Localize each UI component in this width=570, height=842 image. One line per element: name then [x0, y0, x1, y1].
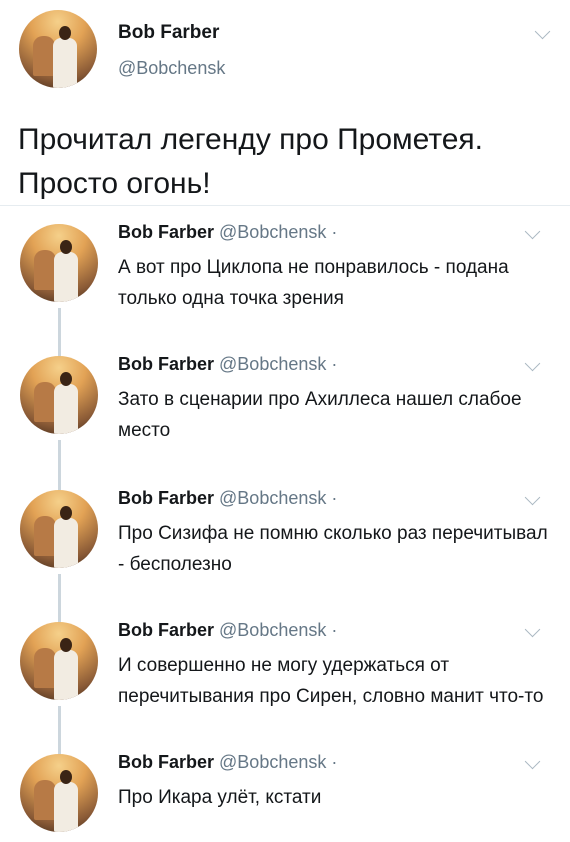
avatar[interactable]	[20, 224, 98, 302]
avatar-torso	[53, 38, 77, 88]
avatar-person	[53, 26, 77, 88]
avatar-companion	[34, 516, 56, 556]
thread-line	[58, 706, 61, 756]
avatar-torso	[54, 252, 78, 302]
avatar-torso	[54, 384, 78, 434]
avatar-head	[60, 638, 72, 652]
thread-line	[58, 440, 61, 490]
author-handle[interactable]: @Bobchensk	[219, 752, 326, 772]
reply-text: И совершенно не могу удержаться от переч…	[118, 655, 544, 707]
avatar-torso	[54, 650, 78, 700]
avatar-head	[60, 770, 72, 784]
main-tweet-text: Прочитал легенду про Прометея. Просто ог…	[18, 123, 484, 200]
chevron-down-icon[interactable]	[524, 489, 541, 506]
separator-dot: ·	[331, 222, 338, 242]
divider	[0, 205, 570, 206]
author-name[interactable]: Bob Farber	[118, 752, 214, 772]
reply-header: Bob Farber @Bobchensk ·	[118, 354, 337, 375]
separator-dot: ·	[331, 752, 338, 772]
avatar[interactable]	[20, 356, 98, 434]
author-name[interactable]: Bob Farber	[118, 354, 214, 374]
avatar[interactable]	[20, 622, 98, 700]
avatar-companion	[34, 648, 56, 688]
avatar-person	[54, 506, 78, 568]
author-name[interactable]: Bob Farber	[118, 488, 214, 508]
chevron-down-icon[interactable]	[524, 223, 541, 240]
author-handle[interactable]: @Bobchensk	[219, 620, 326, 640]
chevron-down-icon[interactable]	[534, 23, 551, 40]
avatar-head	[60, 372, 72, 386]
reply-text: Про Икара улёт, кстати	[118, 787, 322, 808]
separator-dot: ·	[331, 354, 338, 374]
author-name[interactable]: Bob Farber	[118, 222, 214, 242]
avatar-person	[54, 372, 78, 434]
avatar-person	[54, 240, 78, 302]
avatar-head	[59, 26, 71, 40]
avatar[interactable]	[19, 10, 97, 88]
avatar-head	[60, 240, 72, 254]
thread-line	[58, 308, 61, 358]
avatar-companion	[34, 382, 56, 422]
reply-text: Зато в сценарии про Ахиллеса нашел слабо…	[118, 389, 522, 441]
reply-header: Bob Farber @Bobchensk ·	[118, 222, 337, 243]
reply-text: А вот про Циклопа не понравилось - подан…	[118, 257, 509, 309]
chevron-down-icon[interactable]	[524, 621, 541, 638]
avatar-person	[54, 770, 78, 832]
thread-line	[58, 574, 61, 624]
author-handle[interactable]: @Bobchensk	[219, 222, 326, 242]
chevron-down-icon[interactable]	[524, 355, 541, 372]
author-handle[interactable]: @Bobchensk	[118, 58, 225, 79]
separator-dot: ·	[331, 620, 338, 640]
author-name[interactable]: Bob Farber	[118, 620, 214, 640]
author-handle[interactable]: @Bobchensk	[219, 354, 326, 374]
avatar[interactable]	[20, 490, 98, 568]
chevron-down-icon[interactable]	[524, 753, 541, 770]
avatar-companion	[33, 36, 55, 76]
avatar-torso	[54, 782, 78, 832]
avatar-person	[54, 638, 78, 700]
avatar-torso	[54, 518, 78, 568]
separator-dot: ·	[331, 488, 338, 508]
avatar[interactable]	[20, 754, 98, 832]
reply-text: Про Сизифа не помню сколько раз перечиты…	[118, 523, 548, 575]
author-handle[interactable]: @Bobchensk	[219, 488, 326, 508]
avatar-companion	[34, 250, 56, 290]
reply-header: Bob Farber @Bobchensk ·	[118, 488, 337, 509]
reply-header: Bob Farber @Bobchensk ·	[118, 752, 337, 773]
reply-header: Bob Farber @Bobchensk ·	[118, 620, 337, 641]
avatar-head	[60, 506, 72, 520]
avatar-companion	[34, 780, 56, 820]
author-name[interactable]: Bob Farber	[118, 22, 219, 44]
